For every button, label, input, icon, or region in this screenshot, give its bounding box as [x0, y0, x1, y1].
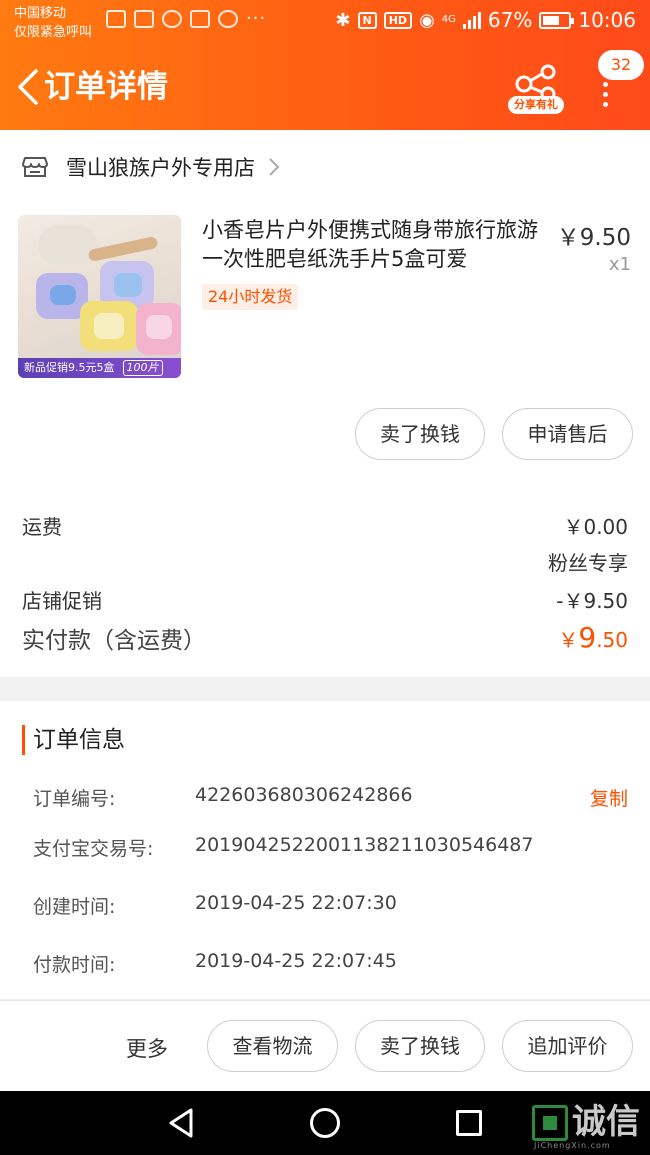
- status-bar-carrier: 中国移动 仅限紧急呼叫: [14, 4, 92, 42]
- system-navigation-bar: 诚信 JiChengXin.com: [0, 1091, 650, 1155]
- watermark-subtext: JiChengXin.com: [534, 1141, 611, 1150]
- store-icon: [22, 157, 48, 177]
- signal-strength-icon: [462, 11, 481, 29]
- created-time-label: 创建时间:: [33, 896, 116, 918]
- battery-icon: [539, 11, 575, 29]
- app-header: 中国移动 仅限紧急呼叫 ··· ✱ N HD ◉ 4G 67% 10:06 订单…: [0, 0, 650, 130]
- status-bar-system: ✱ N HD ◉ 4G 67% 10:06: [335, 8, 636, 32]
- eye-comfort-icon: ◉: [419, 9, 435, 31]
- order-product-card: 雪山狼族户外专用店 新品促销9.5元5盒 100片 小香皂片户外便携式随身带旅行旅…: [0, 130, 650, 677]
- total-paid-row: 实付款（含运费） ￥9.50: [22, 621, 628, 655]
- total-paid-value: ￥9.50: [558, 621, 628, 654]
- battery-percentage: 67%: [487, 8, 533, 32]
- back-arrow-icon[interactable]: [14, 68, 44, 106]
- shop-name: 雪山狼族户外专用店: [66, 156, 255, 180]
- total-integer: 9: [578, 621, 597, 654]
- emergency-calls-text: 仅限紧急呼叫: [14, 25, 93, 40]
- shop-promo-value: -￥9.50: [556, 589, 628, 613]
- total-paid-label: 实付款（含运费）: [22, 628, 206, 654]
- shipping-row: 运费 ￥0.00: [22, 511, 628, 540]
- status-bar-notification-icons: ···: [106, 10, 266, 28]
- order-number-label: 订单编号:: [33, 788, 116, 810]
- order-number-value: 422603680306242866: [195, 784, 413, 806]
- share-reward-label[interactable]: 分享有礼: [508, 96, 564, 114]
- message-count-badge[interactable]: 32: [598, 50, 644, 80]
- order-info-section: 订单信息 订单编号: 422603680306242866 复制 支付宝交易号:…: [0, 701, 650, 999]
- product-price: ￥9.50: [556, 225, 631, 251]
- shop-promo-label: 店铺促销: [22, 589, 102, 613]
- notification-activity-icon: [134, 10, 154, 28]
- network-type: 4G: [441, 14, 456, 25]
- order-info-title: 订单信息: [22, 725, 125, 755]
- total-decimal: .50: [596, 628, 628, 652]
- watermark: 诚信 JiChengXin.com: [532, 1102, 644, 1150]
- watermark-text: 诚信: [572, 1102, 640, 1142]
- watermark-logo-icon: [532, 1105, 568, 1141]
- product-image[interactable]: 新品促销9.5元5盒 100片: [18, 215, 181, 378]
- total-currency: ￥: [558, 628, 579, 652]
- shipping-label: 运费: [22, 515, 62, 539]
- image-promo-banner: 新品促销9.5元5盒 100片: [18, 358, 181, 378]
- notification-headset-icon: [162, 10, 182, 28]
- image-promo-text: 新品促销9.5元5盒: [24, 361, 115, 374]
- nav-recents-icon[interactable]: [456, 1110, 482, 1136]
- nav-back-icon[interactable]: [166, 1107, 196, 1139]
- more-menu-icon[interactable]: [602, 82, 610, 107]
- bluetooth-icon: ✱: [335, 9, 351, 31]
- battery-fill: [543, 15, 560, 25]
- alipay-trade-value: 2019042522001138211030546487: [195, 834, 534, 856]
- paid-time-label: 付款时间:: [33, 954, 116, 976]
- more-notifications-icon: ···: [246, 8, 267, 29]
- more-button[interactable]: 更多: [126, 1033, 168, 1063]
- shipping-time-tag: 24小时发货: [202, 284, 299, 310]
- page-title: 订单详情: [44, 69, 168, 105]
- resell-button[interactable]: 卖了换钱: [355, 408, 485, 460]
- shop-promo-row: 店铺促销 -￥9.50: [22, 585, 628, 614]
- chevron-right-icon: [269, 158, 280, 176]
- notification-key-icon: [190, 10, 210, 28]
- fans-exclusive-note: 粉丝专享: [548, 551, 628, 575]
- notification-copy-icon: [106, 10, 126, 28]
- view-logistics-button[interactable]: 查看物流: [207, 1020, 338, 1072]
- alipay-trade-label: 支付宝交易号:: [33, 838, 154, 860]
- carrier-name: 中国移动: [14, 6, 67, 21]
- nav-home-icon[interactable]: [310, 1108, 340, 1138]
- copy-order-number-button[interactable]: 复制: [590, 784, 628, 811]
- created-time-value: 2019-04-25 22:07:30: [195, 892, 397, 914]
- add-review-button[interactable]: 追加评价: [502, 1020, 633, 1072]
- shop-row[interactable]: 雪山狼族户外专用店: [22, 150, 281, 184]
- product-title[interactable]: 小香皂片户外便携式随身带旅行旅游一次性肥皂纸洗手片5盒可爱: [202, 216, 552, 274]
- notification-browser-icon: [218, 10, 238, 28]
- paid-time-value: 2019-04-25 22:07:45: [195, 950, 397, 972]
- clock: 10:06: [578, 8, 636, 32]
- shipping-value: ￥0.00: [563, 515, 628, 539]
- after-sales-button[interactable]: 申请售后: [502, 408, 633, 460]
- nfc-icon: N: [357, 11, 377, 29]
- resell-bottom-button[interactable]: 卖了换钱: [355, 1020, 485, 1072]
- image-count-tag: 100片: [122, 360, 163, 376]
- bottom-action-bar: 更多 查看物流 卖了换钱 追加评价: [0, 1000, 650, 1091]
- product-quantity: x1: [608, 254, 631, 275]
- hd-icon: HD: [383, 11, 413, 29]
